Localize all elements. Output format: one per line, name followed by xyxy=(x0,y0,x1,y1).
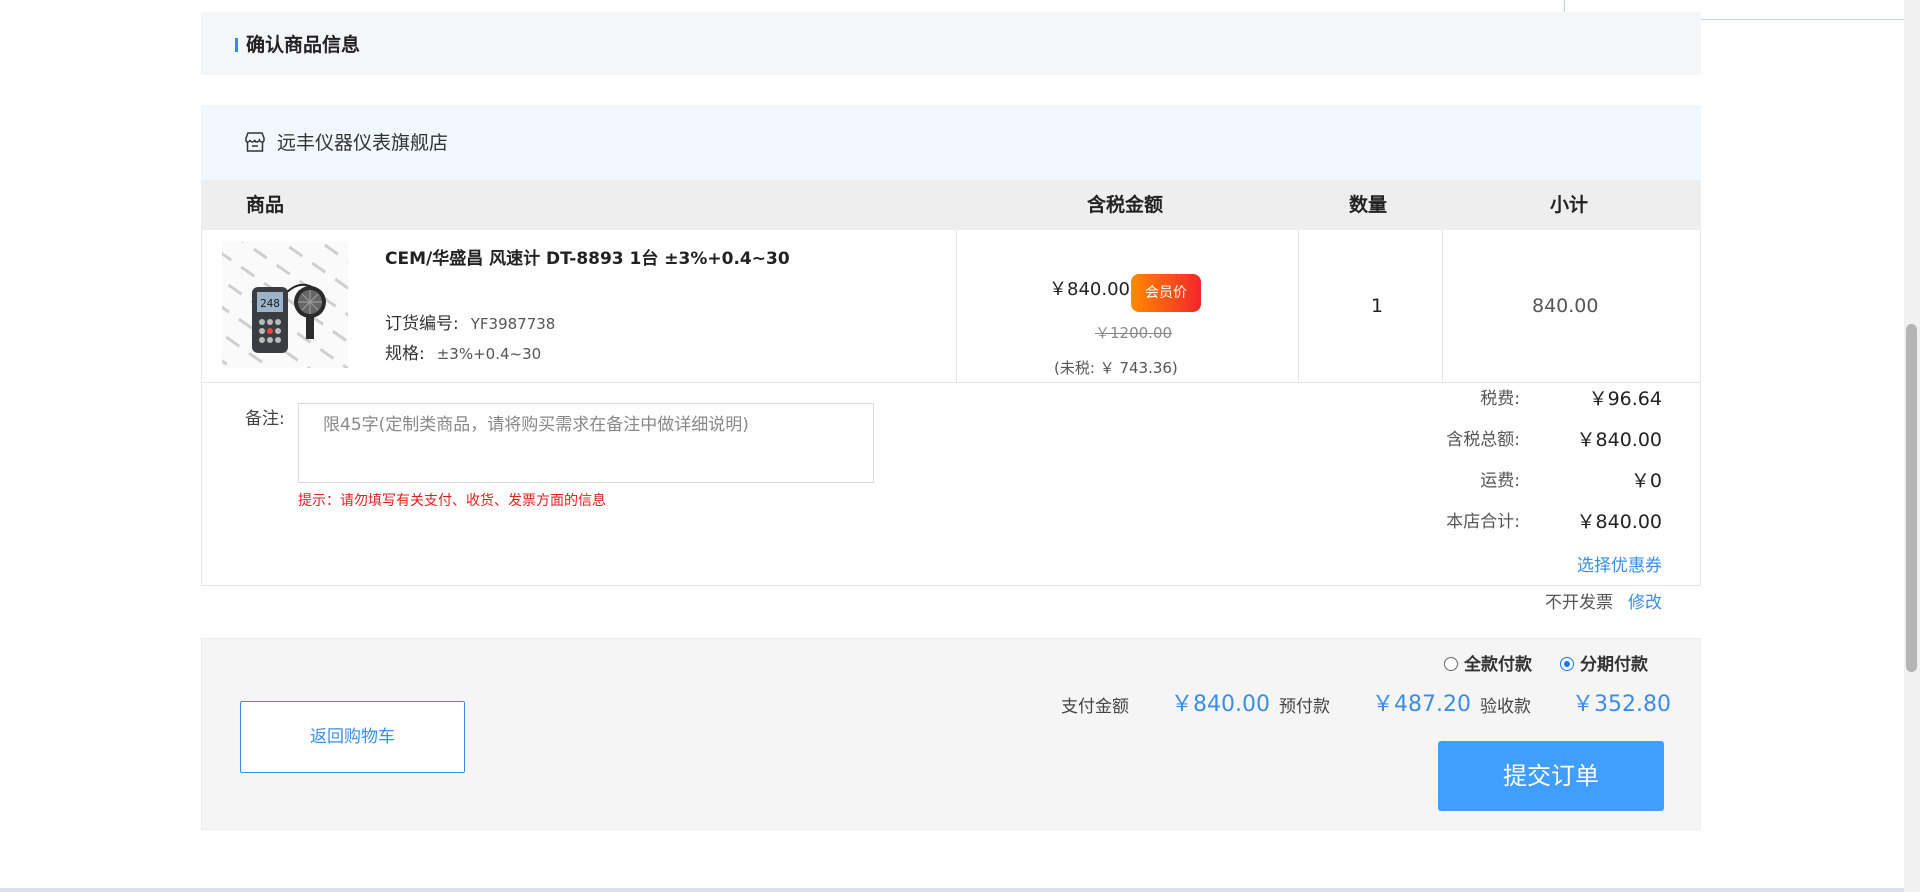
section-title: 确认商品信息 xyxy=(246,34,361,56)
col-header-price: 含税金额 xyxy=(1087,194,1164,216)
full-payment-radio[interactable] xyxy=(1444,657,1458,671)
pay-amount-label: 支付金额 xyxy=(1061,697,1129,717)
cell-divider xyxy=(1442,230,1443,383)
remark-tip: 提示：请勿填写有关支付、收货、发票方面的信息 xyxy=(298,493,606,509)
order-number-label: 订货编号: xyxy=(385,314,459,334)
shop-name[interactable]: 远丰仪器仪表旗舰店 xyxy=(277,130,448,156)
page-scrollbar-thumb[interactable] xyxy=(1906,324,1917,672)
select-coupon-link[interactable]: 选择优惠券 xyxy=(1577,554,1662,578)
remark-label: 备注: xyxy=(245,409,285,429)
installment-payment-radio[interactable] xyxy=(1560,657,1574,671)
store-total-label: 本店合计: xyxy=(1446,512,1520,532)
cell-divider xyxy=(1298,230,1299,383)
tax-value: ￥96.64 xyxy=(1588,388,1662,410)
order-number-value: YF3987738 xyxy=(470,315,556,333)
col-header-subtotal: 小计 xyxy=(1550,194,1589,216)
total-label: 含税总额: xyxy=(1446,430,1520,450)
payment-panel: 返回购物车 全款付款 分期付款 支付金额 ￥840.00 预付款 ￥487.20… xyxy=(201,638,1701,830)
remark-input[interactable] xyxy=(298,403,874,483)
installment-payment-label[interactable]: 分期付款 xyxy=(1580,653,1648,677)
store-icon xyxy=(245,132,265,152)
pre-tax-price: (未税: ￥ 743.36) xyxy=(1054,359,1178,377)
prepay-label: 预付款 xyxy=(1279,697,1330,717)
total-value: ￥840.00 xyxy=(1576,429,1662,451)
member-price-badge: 会员价 xyxy=(1131,274,1201,312)
store-total-value: ￥840.00 xyxy=(1576,511,1662,533)
product-name[interactable]: CEM/华盛昌 风速计 DT-8893 1台 ±3%+0.4~30 xyxy=(385,247,790,271)
quantity-value: 1 xyxy=(1370,295,1384,317)
section-accent-bar xyxy=(235,38,238,52)
tax-label: 税费: xyxy=(1480,389,1520,409)
original-price: ￥1200.00 xyxy=(1095,324,1173,342)
order-number: 订货编号: YF3987738 xyxy=(385,312,555,336)
prepay-value: ￥487.20 xyxy=(1372,692,1471,717)
product-row: 248 CEM/华盛昌 风速计 DT-8893 1台 ±3%+0.4~30 订货… xyxy=(201,230,1701,383)
col-header-quantity: 数量 xyxy=(1349,194,1388,216)
cell-divider xyxy=(956,230,957,383)
product-image[interactable]: 248 xyxy=(222,242,348,368)
shipping-label: 运费: xyxy=(1480,471,1520,491)
acceptance-label: 验收款 xyxy=(1480,697,1531,717)
col-header-product: 商品 xyxy=(246,194,285,216)
bottom-edge xyxy=(0,888,1904,892)
line-subtotal: 840.00 xyxy=(1532,295,1599,317)
spec-label: 规格: xyxy=(385,344,425,364)
remark-summary-block: 备注: 提示：请勿填写有关支付、收货、发票方面的信息 税费: ￥96.64 含税… xyxy=(201,383,1701,586)
product-spec: 规格: ±3%+0.4~30 xyxy=(385,342,541,366)
shipping-value: ￥0 xyxy=(1630,470,1662,492)
member-price: ￥840.00 xyxy=(1049,279,1130,300)
pay-amount-value: ￥840.00 xyxy=(1171,692,1270,717)
shop-header: 远丰仪器仪表旗舰店 xyxy=(201,105,1701,180)
svg-text:248: 248 xyxy=(260,297,280,310)
submit-order-button[interactable]: 提交订单 xyxy=(1438,741,1664,811)
acceptance-value: ￥352.80 xyxy=(1572,692,1671,717)
table-header: 商品 含税金额 数量 小计 xyxy=(201,180,1701,230)
section-header: 确认商品信息 xyxy=(201,12,1701,75)
spec-value: ±3%+0.4~30 xyxy=(436,345,542,363)
anemometer-image: 248 xyxy=(222,242,348,368)
invoice-status: 不开发票 xyxy=(1545,593,1613,613)
full-payment-label[interactable]: 全款付款 xyxy=(1464,653,1532,677)
back-to-cart-button[interactable]: 返回购物车 xyxy=(240,701,465,773)
invoice-edit-link[interactable]: 修改 xyxy=(1628,591,1662,615)
